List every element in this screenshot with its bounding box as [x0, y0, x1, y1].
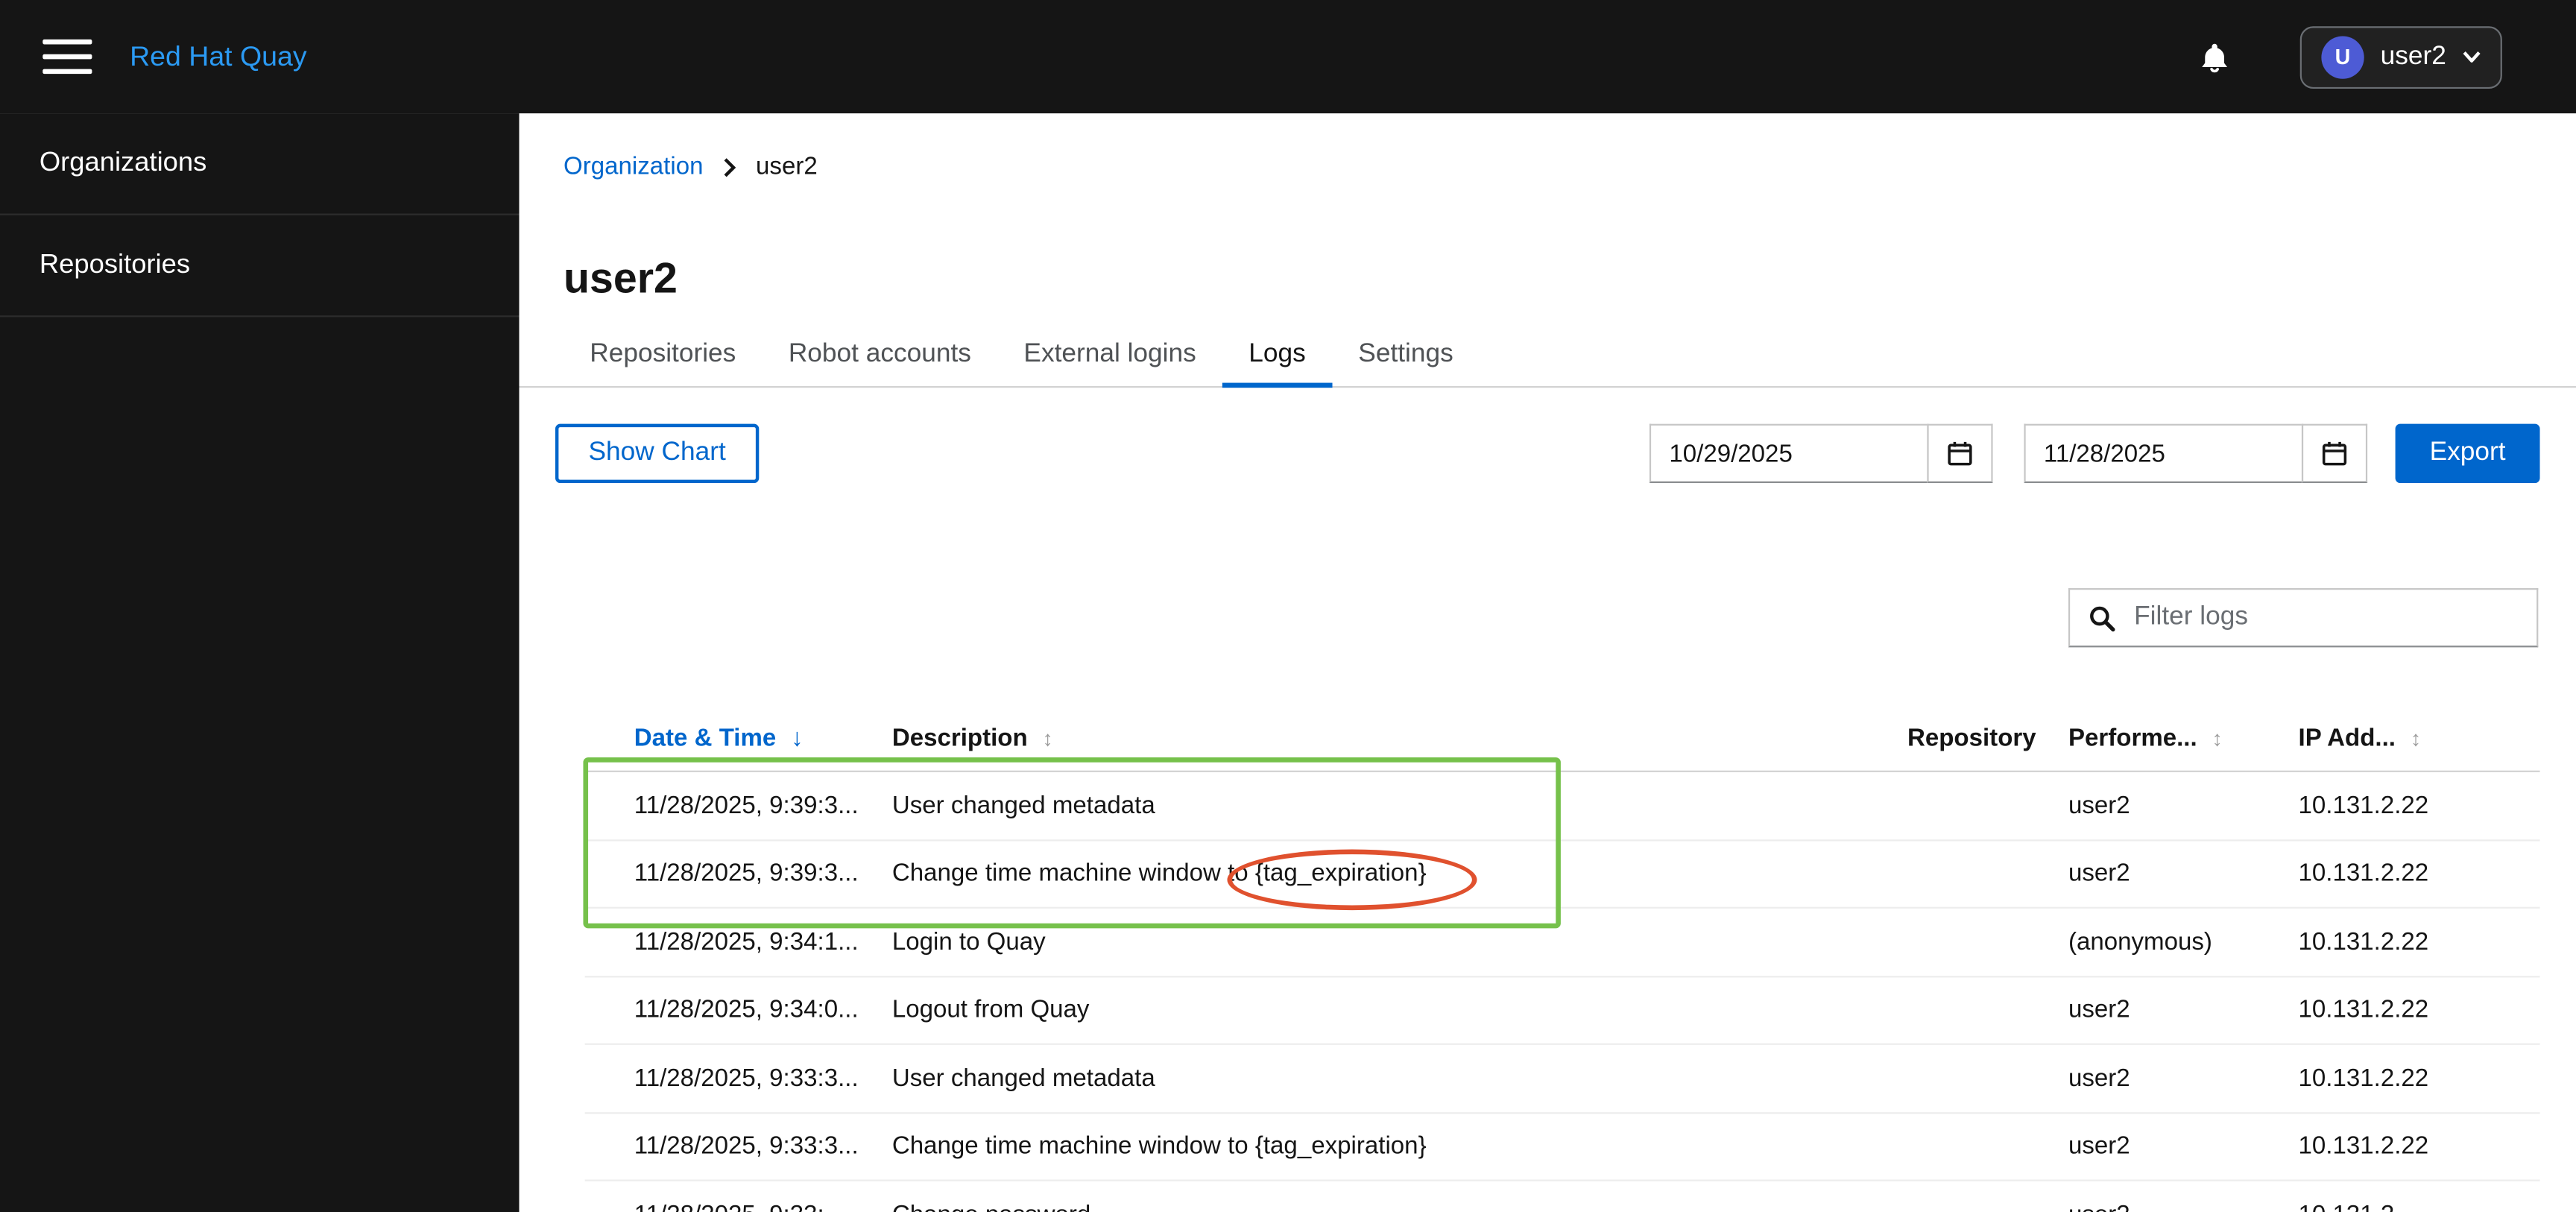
log-description: Change time machine window to {tag_expir…	[891, 859, 1427, 888]
masthead: Red Hat Quay U user2	[0, 0, 2576, 114]
log-description: User changed metadata	[891, 791, 1155, 820]
column-header-ip-address[interactable]: IP Add... ↕	[2299, 725, 2540, 752]
filter-logs-box	[2068, 588, 2539, 648]
log-ip: 10.131.2.22	[2298, 1132, 2429, 1161]
sidebar-nav: Organizations Repositories	[0, 113, 520, 1212]
table-row: 11/28/2025, 9:39:3... Change time machine…	[584, 840, 2540, 909]
notifications-bell-icon[interactable]	[2198, 39, 2231, 75]
app-window: Red Hat Quay U user2 Organizations Repos	[0, 0, 2576, 1212]
sortable-icon[interactable]: ↕	[2411, 726, 2421, 751]
log-datetime: 11/28/2025, 9:34:0...	[634, 996, 859, 1024]
table-row: 11/28/2025, 9:34:1... Login to Quay (anony…	[584, 909, 2540, 977]
show-chart-button[interactable]: Show Chart	[555, 423, 760, 484]
user-name: user2	[2380, 42, 2446, 70]
log-datetime: 11/28/2025, 9:34:1...	[634, 927, 859, 956]
breadcrumb-chevron-icon	[724, 157, 736, 177]
tab-logs[interactable]: Logs	[1222, 325, 1332, 388]
table-row: 11/28/2025, 9:33:3... Change time machine…	[584, 1113, 2540, 1181]
start-date-calendar-button[interactable]	[1927, 423, 1993, 484]
tab-robot-accounts[interactable]: Robot accounts	[763, 325, 998, 386]
start-date-input[interactable]	[1649, 423, 1929, 484]
user-menu[interactable]: U user2	[2299, 25, 2502, 88]
table-row: 11/28/2025, 9:33:...Change password user2…	[585, 1181, 2540, 1212]
hamburger-menu-icon[interactable]	[42, 39, 92, 75]
tab-bar: Repositories Robot accounts External log…	[519, 325, 2576, 388]
sidebar-item-label: Organizations	[39, 148, 207, 178]
log-ip: 10.131.2.22	[2298, 927, 2429, 956]
log-ip: 10.131.2.22	[2298, 859, 2429, 888]
log-table-body: 11/28/2025, 9:39:3... User changed metada…	[584, 772, 2540, 1212]
column-header-datetime[interactable]: Date & Time ↓	[634, 725, 892, 752]
column-header-description[interactable]: Description ↕	[892, 725, 1907, 752]
log-datetime: 11/28/2025, 9:33:3...	[634, 1064, 859, 1093]
log-datetime: 11/28/2025, 9:39:3...	[634, 859, 859, 888]
search-icon	[2090, 605, 2115, 631]
filter-logs-input[interactable]	[2130, 601, 2519, 634]
log-description: Login to Quay	[891, 927, 1046, 956]
start-date-picker	[1649, 423, 1993, 484]
tab-external-logins[interactable]: External logins	[997, 325, 1222, 386]
log-performed-by: user2	[2068, 996, 2130, 1024]
end-date-input[interactable]	[2024, 423, 2304, 484]
log-datetime: 11/28/2025, 9:33:3...	[634, 1132, 859, 1161]
log-performed-by: user2	[2068, 1201, 2299, 1212]
log-ip: 10.131.2.22	[2298, 1064, 2429, 1093]
end-date-calendar-button[interactable]	[2301, 423, 2368, 484]
log-performed-by: user2	[2068, 859, 2130, 888]
sort-desc-arrow-icon: ↓	[791, 725, 804, 753]
log-ip: 10.131.2.22	[2298, 791, 2429, 820]
breadcrumb-current: user2	[756, 152, 818, 181]
tab-settings[interactable]: Settings	[1332, 325, 1480, 386]
page-title: user2	[564, 253, 678, 303]
logs-table: Date & Time ↓ Description ↕ Repository P…	[584, 707, 2540, 1212]
table-row: 11/28/2025, 9:34:0... Logout from Quay use…	[584, 976, 2540, 1045]
chevron-down-icon	[2463, 51, 2481, 63]
log-description: User changed metadata	[891, 1064, 1155, 1093]
sidebar-item-organizations[interactable]: Organizations	[0, 113, 520, 215]
log-description: Change time machine window to {tag_expir…	[891, 1132, 1427, 1161]
table-row: 11/28/2025, 9:39:3... User changed metada…	[584, 772, 2540, 841]
masthead-right: U user2	[2198, 25, 2576, 88]
tab-repositories[interactable]: Repositories	[564, 325, 763, 386]
log-ip: 10.131.2.22	[2298, 996, 2429, 1024]
log-datetime: 11/28/2025, 9:33:...	[634, 1201, 892, 1212]
brand-logo: Red Hat Quay	[130, 40, 307, 72]
calendar-icon	[2322, 441, 2347, 466]
log-description: Logout from Quay	[891, 996, 1090, 1024]
log-performed-by: user2	[2068, 1132, 2130, 1161]
breadcrumb-organization-link[interactable]: Organization	[564, 153, 703, 180]
main-content: Organization user2 user2 Repositories Ro…	[519, 113, 2576, 1212]
end-date-picker	[2024, 423, 2368, 484]
user-avatar: U	[2321, 35, 2364, 78]
column-header-performed-by[interactable]: Performe... ↕	[2068, 725, 2299, 752]
sortable-icon[interactable]: ↕	[2212, 726, 2223, 751]
log-performed-by: (anonymous)	[2068, 927, 2212, 956]
table-row: 11/28/2025, 9:33:3... User changed metada…	[584, 1045, 2540, 1114]
calendar-icon	[1948, 441, 1972, 466]
log-performed-by: user2	[2068, 1064, 2130, 1093]
sidebar-item-repositories[interactable]: Repositories	[0, 215, 520, 318]
export-button[interactable]: Export	[2395, 423, 2540, 484]
log-datetime: 11/28/2025, 9:39:3...	[634, 791, 859, 820]
log-description: Change password	[892, 1201, 1907, 1212]
log-ip: 10.131.2...	[2299, 1201, 2540, 1212]
log-performed-by: user2	[2068, 791, 2130, 820]
sidebar-item-label: Repositories	[39, 250, 191, 280]
column-header-repository: Repository	[1907, 725, 2036, 753]
logs-table-header: Date & Time ↓ Description ↕ Repository P…	[584, 707, 2540, 772]
sortable-icon[interactable]: ↕	[1043, 726, 1053, 751]
breadcrumb: Organization user2	[564, 153, 818, 180]
